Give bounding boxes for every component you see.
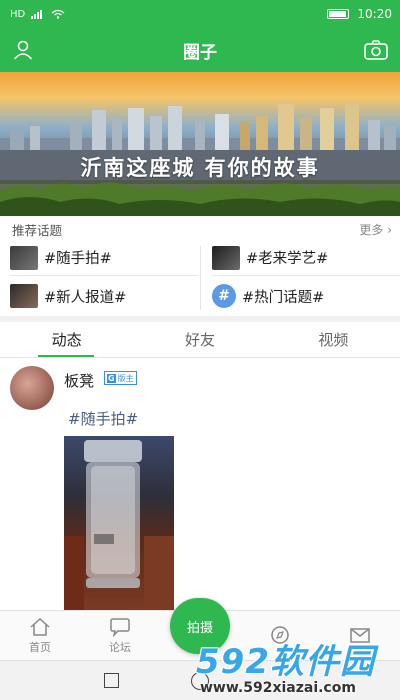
tab-dynamic[interactable]: 动态 — [0, 322, 133, 357]
more-link-label: 更多 — [359, 222, 384, 237]
signal-area: HD — [10, 9, 65, 20]
topic-label: #新人报道# — [44, 289, 127, 306]
topic-label: #热门话题# — [242, 289, 325, 306]
system-nav-bar — [0, 660, 400, 700]
user-icon[interactable] — [12, 39, 34, 61]
home-icon — [30, 617, 50, 636]
topic-item[interactable]: # #热门话题# — [212, 278, 400, 314]
trees-image — [0, 182, 400, 216]
network-label: HD — [10, 8, 26, 20]
nav-forum-label: 论坛 — [109, 641, 131, 654]
nav-home[interactable]: 首页 — [10, 611, 70, 661]
more-link[interactable]: 更多 › — [359, 221, 392, 238]
hash-icon: # — [212, 284, 236, 308]
topic-item[interactable]: #新人报道# — [10, 278, 198, 314]
topic-label: #随手拍# — [44, 251, 112, 267]
topic-thumbnail — [10, 245, 38, 270]
banner[interactable]: 沂南这座城 有你的故事 — [0, 72, 400, 216]
tab-friends[interactable]: 好友 — [133, 322, 266, 357]
battery-icon — [327, 9, 350, 19]
recommended-topics-header: 推荐话题 更多 › — [0, 218, 400, 240]
chevron-right-icon: › — [387, 222, 392, 237]
topic-divider — [200, 246, 201, 310]
status-bar: HD 10:20 — [0, 0, 400, 28]
topics-grid: #随手拍# #老来学艺# #新人报道# # #热门话题# — [0, 240, 400, 316]
topic-thumbnail — [10, 284, 38, 308]
badge-label: 版主 — [117, 373, 134, 383]
mail-icon — [350, 628, 370, 643]
signal-icon — [31, 10, 43, 19]
capture-fab-button[interactable]: 拍摄 — [170, 598, 230, 654]
post-image[interactable] — [64, 436, 174, 610]
compass-icon — [271, 626, 289, 644]
nav-home-label: 首页 — [29, 641, 51, 654]
app-bar: 圈子 — [0, 28, 400, 72]
post-card[interactable]: 板凳 G 版主 #随手拍# — [0, 360, 400, 610]
wifi-icon — [51, 9, 65, 19]
chat-icon — [110, 618, 130, 637]
nav-messages[interactable] — [330, 611, 390, 661]
glass-bottle-image — [64, 440, 174, 610]
recommended-title: 推荐话题 — [12, 222, 63, 238]
topic-item[interactable]: #随手拍# — [10, 240, 198, 276]
topic-label: #老来学艺# — [246, 251, 329, 267]
capture-fab-label: 拍摄 — [186, 620, 213, 636]
topic-item[interactable]: #老来学艺# — [212, 240, 400, 276]
nav-discover[interactable] — [250, 611, 310, 661]
home-button-icon[interactable] — [191, 672, 209, 690]
recent-apps-icon[interactable] — [104, 673, 119, 688]
feed-tabs: 动态 好友 视频 — [0, 322, 400, 358]
tab-videos[interactable]: 视频 — [267, 322, 400, 357]
camera-icon[interactable] — [364, 40, 388, 60]
status-time: 10:20 — [357, 7, 392, 21]
badge-prefix: G — [107, 373, 116, 383]
post-topic-tag[interactable]: #随手拍# — [68, 408, 138, 429]
post-username[interactable]: 板凳 — [64, 370, 94, 391]
moderator-badge: G 版主 — [104, 371, 137, 385]
page-title: 圈子 — [183, 42, 217, 63]
avatar[interactable] — [10, 366, 54, 410]
nav-forum[interactable]: 论坛 — [90, 611, 150, 661]
topic-thumbnail — [212, 245, 240, 270]
